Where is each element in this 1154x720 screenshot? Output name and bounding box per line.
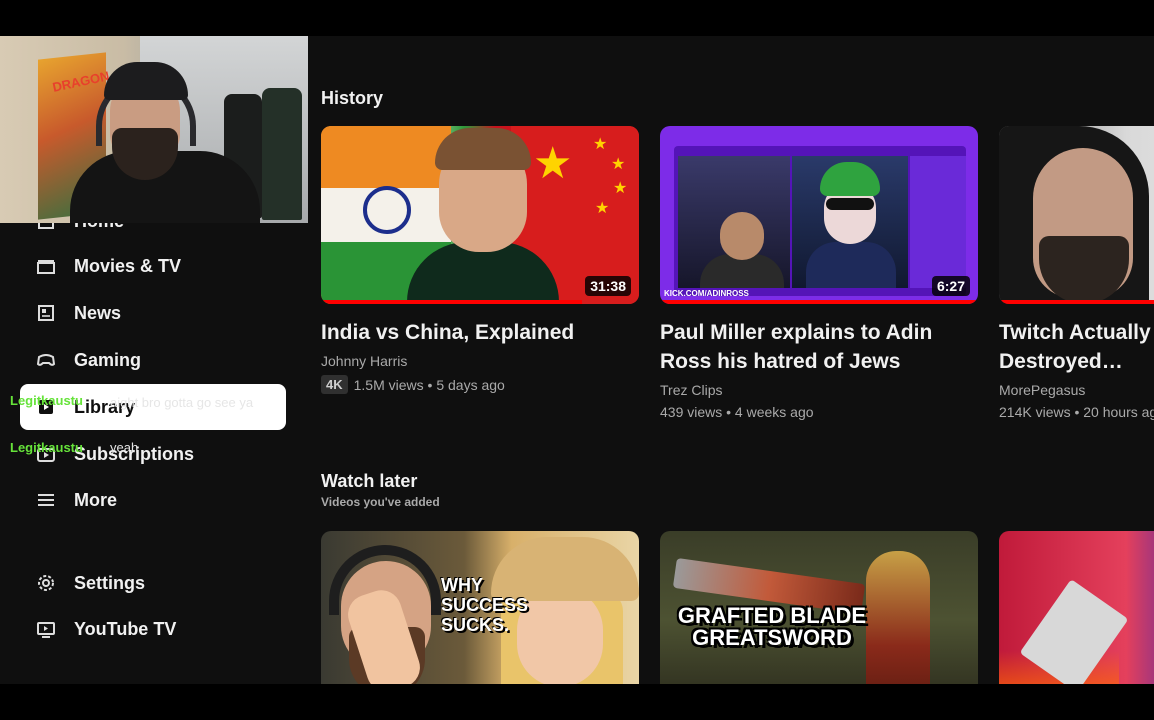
webcam-jacket bbox=[262, 88, 302, 220]
video-card[interactable]: ★ ★ ★ ★ ★ 31:38 India vs China, Explaine… bbox=[321, 126, 639, 394]
section-subtitle: Videos you've added bbox=[321, 495, 440, 509]
sidebar-item-label: More bbox=[74, 489, 118, 510]
chat-message: aight bro gotta go see ya bbox=[110, 395, 254, 410]
sidebar-item-gaming[interactable]: Gaming bbox=[20, 337, 286, 383]
video-thumbnail[interactable] bbox=[999, 531, 1154, 684]
thumb-overlay-text: GRAFTED BLADE GREATSWORD bbox=[677, 603, 867, 650]
sidebar-item-label: YouTube TV bbox=[74, 618, 177, 639]
headset-icon bbox=[329, 545, 441, 615]
newspaper-icon bbox=[38, 305, 54, 321]
video-card[interactable]: KICK.COM/ADINROSS 6:27 Paul Miller expla… bbox=[660, 126, 978, 420]
video-thumbnail[interactable]: ★ ★ ★ ★ ★ 31:38 bbox=[321, 126, 639, 304]
video-channel: MorePegasus bbox=[999, 382, 1086, 398]
video-duration: 6:27 bbox=[931, 276, 970, 296]
tv-icon bbox=[37, 622, 55, 638]
video-meta: 4K 1.5M views • 5 days ago bbox=[321, 375, 505, 394]
watch-progress-bar bbox=[999, 300, 1154, 304]
chat-message: yeah bbox=[110, 440, 139, 455]
video-card[interactable] bbox=[999, 531, 1154, 684]
watch-progress-bar bbox=[321, 300, 582, 304]
letterbox-bottom bbox=[0, 684, 1154, 720]
star-icon: ★ bbox=[611, 156, 626, 173]
sidebar-item-settings[interactable]: Settings bbox=[20, 560, 286, 606]
thumb-art bbox=[806, 242, 896, 288]
streamer-webcam: DRAGON bbox=[0, 36, 308, 223]
video-title: India vs China, Explained bbox=[321, 321, 575, 344]
clapperboard-icon bbox=[37, 260, 55, 274]
gear-icon bbox=[38, 575, 54, 591]
star-icon: ★ bbox=[533, 139, 573, 188]
video-card[interactable]: GRAFTED BLADE GREATSWORD bbox=[660, 531, 978, 684]
video-thumbnail[interactable]: GRAFTED BLADE GREATSWORD bbox=[660, 531, 978, 684]
letterbox-top bbox=[0, 0, 1154, 36]
section-title-watch-later: Watch later bbox=[321, 471, 418, 491]
thumb-art bbox=[491, 537, 639, 601]
video-views-age: 1.5M views • 5 days ago bbox=[353, 376, 505, 393]
chat-username: Legitkaustu bbox=[10, 440, 83, 455]
thumb-art bbox=[866, 551, 930, 684]
thumb-overlay-text: KICK.COM/ADINROSS bbox=[664, 289, 749, 298]
watch-progress-bar bbox=[660, 300, 978, 304]
video-thumbnail[interactable]: KICK.COM/ADINROSS 6:27 bbox=[660, 126, 978, 304]
video-title: Twitch Actually Destroyed… bbox=[999, 321, 1151, 373]
thumb-art bbox=[363, 186, 411, 234]
video-thumbnail[interactable] bbox=[999, 126, 1154, 304]
menu-icon bbox=[38, 494, 54, 506]
thumb-art bbox=[910, 156, 966, 288]
section-title-history: History bbox=[321, 88, 384, 108]
thumb-art bbox=[435, 128, 531, 170]
star-icon: ★ bbox=[593, 136, 608, 153]
sidebar-item-movies-tv[interactable]: Movies & TV bbox=[20, 243, 286, 289]
thumb-art bbox=[826, 198, 874, 210]
video-channel: Johnny Harris bbox=[321, 353, 408, 369]
quality-badge: 4K bbox=[321, 375, 348, 394]
video-meta: 214K views • 20 hours ago bbox=[999, 404, 1154, 420]
sidebar-item-more[interactable]: More bbox=[20, 477, 286, 523]
video-views-age: 214K views • 20 hours ago bbox=[999, 404, 1154, 420]
star-icon: ★ bbox=[613, 180, 628, 197]
thumb-overlay-text: WHY SUCCESS SUCKS. bbox=[441, 575, 529, 635]
video-meta: 439 views • 4 weeks ago bbox=[660, 404, 814, 420]
sidebar-item-youtube-tv[interactable]: YouTube TV bbox=[20, 606, 286, 652]
video-card[interactable]: WHY SUCCESS SUCKS. bbox=[321, 531, 639, 684]
star-icon: ★ bbox=[595, 200, 610, 217]
sidebar-item-news[interactable]: News bbox=[20, 290, 286, 336]
chat-username: Legitkaustu bbox=[10, 393, 83, 408]
gamepad-icon bbox=[36, 354, 56, 366]
video-duration: 31:38 bbox=[585, 276, 631, 296]
thumb-art bbox=[517, 587, 603, 684]
sidebar-item-label: Gaming bbox=[74, 349, 142, 370]
thumb-art bbox=[720, 212, 764, 260]
video-title: Paul Miller explains to Adin Ross his ha… bbox=[660, 321, 933, 373]
video-channel: Trez Clips bbox=[660, 382, 723, 398]
sidebar-item-label: Movies & TV bbox=[74, 255, 182, 276]
video-views-age: 439 views • 4 weeks ago bbox=[660, 404, 814, 420]
sidebar-item-label: News bbox=[74, 302, 122, 323]
sidebar-item-label: Settings bbox=[74, 572, 146, 593]
video-card[interactable]: Twitch Actually Destroyed… MorePegasus 2… bbox=[999, 126, 1154, 420]
youtube-tv-app: Home Movies & TV News Gaming Library Sub… bbox=[0, 36, 1154, 684]
thumb-art bbox=[321, 126, 451, 188]
video-thumbnail[interactable]: WHY SUCCESS SUCKS. bbox=[321, 531, 639, 684]
